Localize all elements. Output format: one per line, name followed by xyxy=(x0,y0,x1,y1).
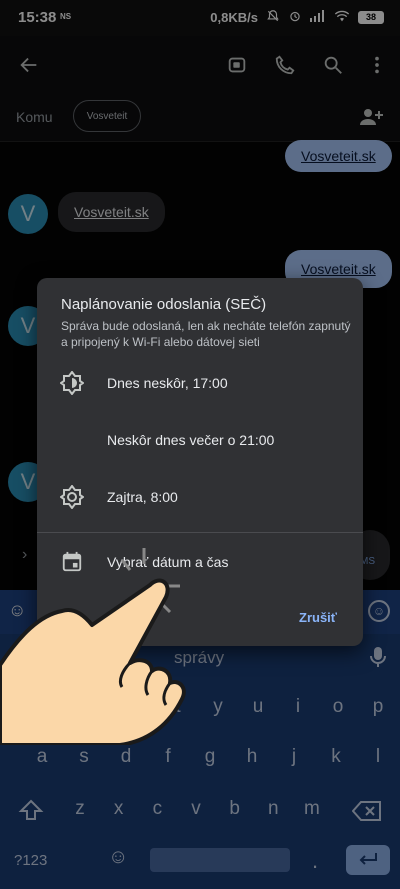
sun-icon xyxy=(37,485,107,509)
option-later-today[interactable]: Dnes neskôr, 17:00 xyxy=(37,355,363,411)
cancel-button[interactable]: Zrušiť xyxy=(299,610,337,625)
dialog-title: Naplánovanie odoslania (SEČ) xyxy=(61,296,267,313)
dialog-subtitle: Správa bude odoslaná, len ak necháte tel… xyxy=(61,319,351,349)
moon-icon xyxy=(37,429,107,451)
pointing-hand-icon xyxy=(0,578,186,745)
option-tonight[interactable]: Neskôr dnes večer o 21:00 xyxy=(37,412,363,468)
dialog-divider xyxy=(37,532,363,533)
option-label: Neskôr dnes večer o 21:00 xyxy=(107,432,275,448)
brightness-icon xyxy=(37,371,107,395)
option-label: Zajtra, 8:00 xyxy=(107,489,178,505)
option-label: Dnes neskôr, 17:00 xyxy=(107,375,228,391)
option-tomorrow[interactable]: Zajtra, 8:00 xyxy=(37,469,363,525)
